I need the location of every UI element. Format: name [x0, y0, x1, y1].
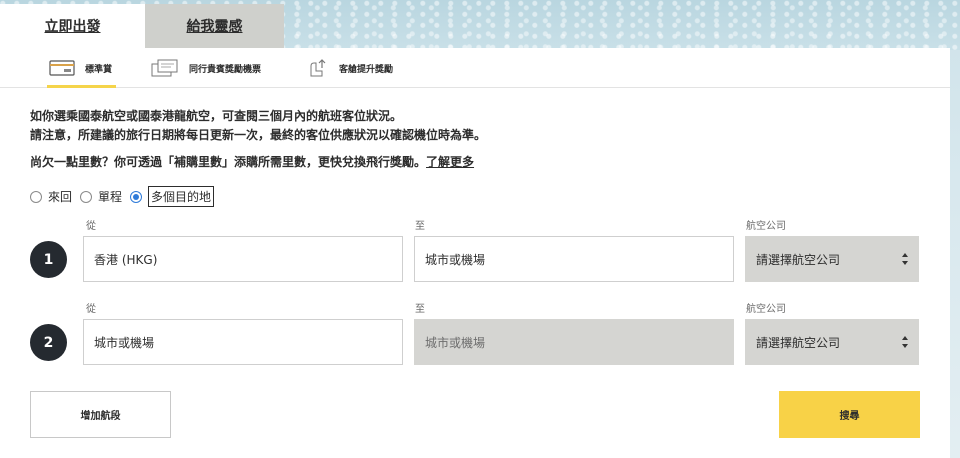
- to-label: 至: [415, 304, 425, 315]
- subtab-upgrade-award[interactable]: 客艙提升獎勵: [307, 48, 393, 88]
- learn-more-link[interactable]: 了解更多: [426, 155, 474, 169]
- search-button[interactable]: 搜尋: [779, 391, 920, 438]
- info-disclaimer: 請注意，所建議的旅行日期將每日更新一次，最終的客位供應狀況以確認機位時為準。: [30, 128, 487, 142]
- segment-2-from-input[interactable]: 城市或機場: [83, 319, 403, 365]
- segment-1-airline-select[interactable]: 請選擇航空公司: [745, 236, 919, 282]
- sort-caret-icon: [902, 253, 908, 265]
- segment-2-to-input[interactable]: 城市或機場: [414, 319, 734, 365]
- tab-go-now[interactable]: 立即出發: [0, 4, 145, 48]
- radio-one-way[interactable]: [80, 190, 93, 203]
- radio-label: 來回: [48, 190, 73, 204]
- trip-type-multi-city[interactable]: 多個目的地: [130, 186, 215, 207]
- segment-2-airline-select[interactable]: 請選擇航空公司: [745, 319, 919, 365]
- sort-caret-icon: [902, 336, 908, 348]
- airline-label: 航空公司: [746, 221, 786, 232]
- award-type-tabs: 標準賞 同行貴賓獎勵機票 客艙提升獎勵: [0, 48, 950, 88]
- radio-round-trip[interactable]: [30, 190, 42, 203]
- main-tabs: 立即出發 給我靈感: [0, 4, 284, 48]
- add-segment-button[interactable]: 增加航段: [30, 391, 171, 438]
- subtab-label: 客艙提升獎勵: [339, 64, 394, 75]
- airline-select-value: 請選擇航空公司: [756, 335, 841, 350]
- card-icon: [49, 60, 75, 76]
- radio-multi-city[interactable]: [130, 190, 143, 203]
- from-label: 從: [86, 304, 96, 315]
- subtab-standard-award[interactable]: 標準賞: [46, 48, 117, 88]
- info-buy-miles: 尚欠一點里數？你可透過「補購里數」添購所需里數，更快兌換飛行獎勵。了解更多: [30, 153, 474, 170]
- from-label: 從: [86, 221, 96, 232]
- info-availability: 如你選乘國泰航空或國泰港龍航空，可查閱三個月內的航班客位狀況。: [30, 109, 403, 123]
- booking-panel: 標準賞 同行貴賓獎勵機票 客艙提升獎勵 如你選乘國泰航空或國泰港龍航空，可查閱三…: [0, 48, 950, 458]
- segment-number-1: 1: [30, 241, 67, 278]
- seat-upgrade-icon: [307, 58, 329, 78]
- tab-inspire-me[interactable]: 給我靈感: [145, 4, 284, 48]
- trip-type-round-trip[interactable]: 來回: [30, 188, 72, 205]
- subtab-companion-award[interactable]: 同行貴賓獎勵機票: [151, 48, 261, 88]
- airline-label: 航空公司: [746, 304, 786, 315]
- to-label: 至: [415, 221, 425, 232]
- radio-label: 單程: [98, 190, 123, 204]
- segment-1-from-input[interactable]: 香港 (HKG): [83, 236, 403, 282]
- tickets-icon: [151, 59, 179, 77]
- subtab-label: 標準賞: [85, 64, 113, 75]
- trip-type-radios: 來回 單程 多個目的地: [30, 186, 222, 207]
- segment-number-2: 2: [30, 324, 67, 361]
- trip-type-one-way[interactable]: 單程: [80, 188, 122, 205]
- buy-miles-text: 尚欠一點里數？你可透過「補購里數」添購所需里數，更快兌換飛行獎勵。: [30, 155, 427, 169]
- radio-label: 多個目的地: [148, 186, 215, 207]
- subtab-label: 同行貴賓獎勵機票: [189, 64, 262, 75]
- segment-1-to-input[interactable]: 城市或機場: [414, 236, 734, 282]
- airline-select-value: 請選擇航空公司: [756, 252, 841, 267]
